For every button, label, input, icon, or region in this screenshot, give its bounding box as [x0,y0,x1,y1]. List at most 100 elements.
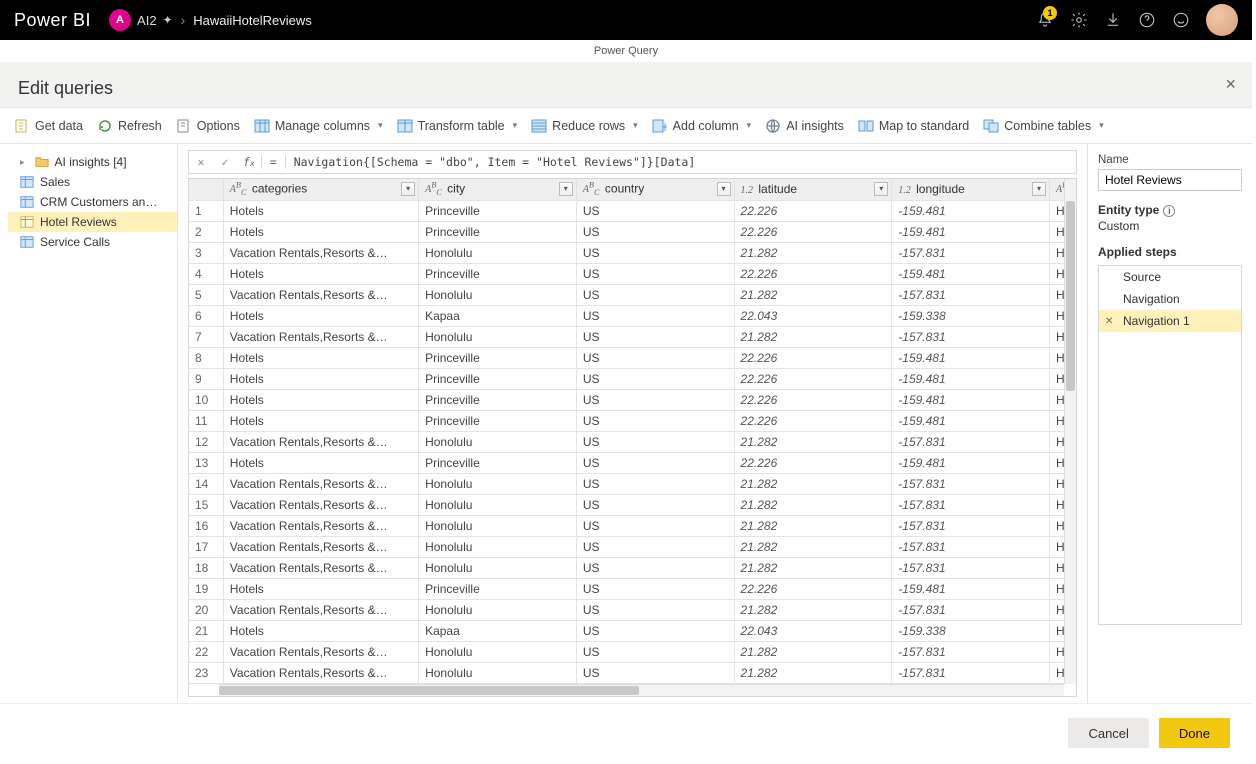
grid-cell[interactable]: US [576,221,734,242]
grid-cell[interactable]: -159.481 [892,200,1050,221]
grid-cell[interactable]: Hotels [223,263,418,284]
grid-cell[interactable]: Hotels [223,620,418,641]
grid-cell[interactable]: 21.282 [734,557,892,578]
reduce-rows-button[interactable]: Reduce rows▾ [531,118,637,134]
grid-cell[interactable]: Hotel 2 [1050,368,1064,389]
grid-cell[interactable]: 21.282 [734,326,892,347]
grid-cell[interactable]: -159.481 [892,221,1050,242]
grid-cell[interactable]: -157.831 [892,284,1050,305]
grid-cell[interactable]: 21.282 [734,242,892,263]
grid-cell[interactable]: Princeville [419,221,577,242]
settings-button[interactable] [1062,0,1096,40]
grid-cell[interactable]: US [576,305,734,326]
grid-cell[interactable]: Vacation Rentals,Resorts &… [223,494,418,515]
nav-folder-ai-insights[interactable]: AI insights [4] [8,152,177,172]
query-item[interactable]: Sales [8,172,177,192]
grid-cell[interactable]: Kapaa [419,620,577,641]
grid-cell[interactable]: Hotel 4 [1050,494,1064,515]
grid-cell[interactable]: Hotel 2 [1050,263,1064,284]
column-header[interactable]: ABC categories▾ [223,179,418,200]
grid-cell[interactable]: US [576,578,734,599]
grid-cell[interactable]: Honolulu [419,515,577,536]
applied-step[interactable]: Source [1099,266,1241,288]
grid-cell[interactable]: Hotel 4 [1050,515,1064,536]
formula-text[interactable]: Navigation{[Schema = "dbo", Item = "Hote… [286,155,1076,169]
grid-cell[interactable]: 22.226 [734,200,892,221]
applied-step[interactable]: Navigation 1 [1099,310,1241,332]
grid-cell[interactable]: Vacation Rentals,Resorts &… [223,641,418,662]
grid-cell[interactable]: Hotels [223,221,418,242]
grid-cell[interactable]: -157.831 [892,494,1050,515]
grid-cell[interactable]: -157.831 [892,662,1050,683]
grid-cell[interactable]: 21.282 [734,494,892,515]
grid-cell[interactable]: US [576,389,734,410]
grid-cell[interactable]: -157.831 [892,473,1050,494]
grid-cell[interactable]: Hotel 4 [1050,326,1064,347]
applied-step[interactable]: Navigation [1099,288,1241,310]
notifications-button[interactable]: 1 [1028,0,1062,40]
grid-cell[interactable]: Honolulu [419,494,577,515]
grid-cell[interactable]: Hotel 2 [1050,410,1064,431]
row-number[interactable]: 3 [189,242,223,263]
grid-cell[interactable]: Princeville [419,578,577,599]
grid-cell[interactable]: -159.481 [892,389,1050,410]
grid-cell[interactable]: -159.338 [892,305,1050,326]
grid-cell[interactable]: Hotel 4 [1050,284,1064,305]
row-number[interactable]: 15 [189,494,223,515]
formula-cancel-button[interactable]: ✕ [189,155,213,169]
grid-cell[interactable]: 22.226 [734,221,892,242]
grid-cell[interactable]: US [576,515,734,536]
grid-cell[interactable]: -157.831 [892,326,1050,347]
grid-cell[interactable]: Hotel 4 [1050,473,1064,494]
grid-cell[interactable]: 22.226 [734,347,892,368]
grid-cell[interactable]: Princeville [419,410,577,431]
grid-cell[interactable]: 21.282 [734,536,892,557]
vertical-scroll-thumb[interactable] [1066,201,1075,391]
grid-cell[interactable]: 22.226 [734,410,892,431]
grid-cell[interactable]: Hotels [223,368,418,389]
grid-cell[interactable]: Hotels [223,347,418,368]
download-button[interactable] [1096,0,1130,40]
grid-cell[interactable]: -157.831 [892,536,1050,557]
row-number[interactable]: 5 [189,284,223,305]
row-number[interactable]: 20 [189,599,223,620]
column-header[interactable]: ABC country▾ [576,179,734,200]
refresh-button[interactable]: Refresh [97,118,162,134]
row-number[interactable]: 14 [189,473,223,494]
grid-cell[interactable]: 22.226 [734,452,892,473]
column-header[interactable]: 1.2 longitude▾ [892,179,1050,200]
column-filter-button[interactable]: ▾ [1032,182,1046,196]
row-number[interactable]: 6 [189,305,223,326]
grid-cell[interactable]: -157.831 [892,599,1050,620]
grid-cell[interactable]: US [576,536,734,557]
grid-cell[interactable]: 22.226 [734,368,892,389]
grid-cell[interactable]: -159.481 [892,368,1050,389]
info-icon[interactable]: i [1163,205,1175,217]
grid-cell[interactable]: -159.481 [892,347,1050,368]
grid-cell[interactable]: Hotel 2 [1050,200,1064,221]
grid-cell[interactable]: Vacation Rentals,Resorts &… [223,599,418,620]
grid-cell[interactable]: US [576,410,734,431]
add-column-button[interactable]: Add column▾ [652,118,752,134]
feedback-button[interactable] [1164,0,1198,40]
grid-cell[interactable]: Hotel 2 [1050,452,1064,473]
column-filter-button[interactable]: ▾ [559,182,573,196]
grid-cell[interactable]: -157.831 [892,641,1050,662]
grid-cell[interactable]: 21.282 [734,473,892,494]
grid-cell[interactable]: Princeville [419,452,577,473]
grid-cell[interactable]: Hotel 5 [1050,305,1064,326]
grid-cell[interactable]: Hotel 4 [1050,242,1064,263]
grid-cell[interactable]: -157.831 [892,431,1050,452]
vertical-scrollbar[interactable] [1064,179,1076,684]
grid-cell[interactable]: Honolulu [419,326,577,347]
grid-cell[interactable]: -159.481 [892,578,1050,599]
grid-cell[interactable]: 21.282 [734,599,892,620]
grid-cell[interactable]: US [576,599,734,620]
grid-cell[interactable]: Hotel 4 [1050,662,1064,683]
grid-cell[interactable]: 21.282 [734,641,892,662]
query-item[interactable]: Service Calls [8,232,177,252]
grid-cell[interactable]: US [576,200,734,221]
row-number[interactable]: 18 [189,557,223,578]
row-number[interactable]: 22 [189,641,223,662]
grid-cell[interactable]: US [576,284,734,305]
